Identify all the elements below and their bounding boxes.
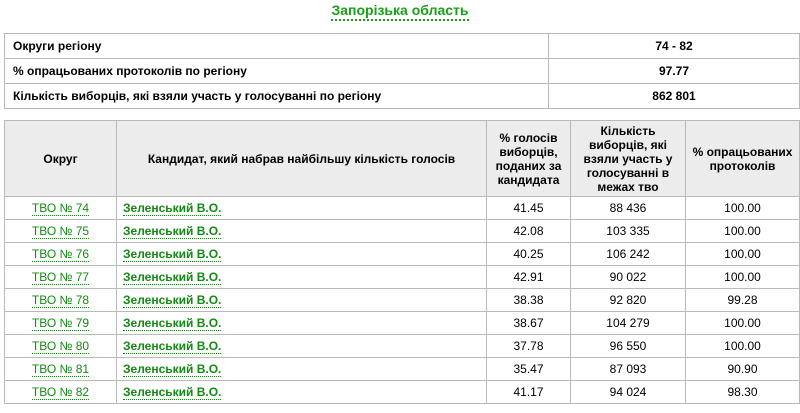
candidate-link[interactable]: Зеленський В.О. <box>123 201 222 216</box>
summary-row: % опрацьованих протоколів по регіону 97.… <box>4 58 800 84</box>
table-row: ТВО № 81 Зеленський В.О. 35.47 87 093 90.90 <box>4 357 800 381</box>
processed-cell: 98.30 <box>685 380 800 404</box>
table-row: ТВО № 79 Зеленський В.О. 38.67 104 279 100.0… <box>4 311 800 335</box>
district-cell: ТВО № 74 <box>4 196 117 220</box>
candidate-link[interactable]: Зеленський В.О. <box>123 270 222 285</box>
summary-value: 97.77 <box>548 58 800 84</box>
district-cell: ТВО № 79 <box>4 311 117 335</box>
district-cell: ТВО № 82 <box>4 380 117 404</box>
turnout-cell: 103 335 <box>570 219 686 243</box>
header-turnout: Кількість виборців, які взяли участь у г… <box>570 120 686 197</box>
candidate-cell: Зеленський В.О. <box>116 311 487 335</box>
candidate-cell: Зеленський В.О. <box>116 380 487 404</box>
table-row: ТВО № 74 Зеленський В.О. 41.45 88 436 100.00 <box>4 196 800 220</box>
processed-cell: 100.00 <box>685 196 800 220</box>
header-votes-pct: % голосів виборців, поданих за кандидата <box>486 120 571 197</box>
votes-pct-cell: 42.91 <box>486 265 571 289</box>
district-link[interactable]: ТВО № 82 <box>31 385 90 400</box>
district-link[interactable]: ТВО № 74 <box>31 201 90 216</box>
districts-table: Округ Кандидат, який набрав найбільшу кі… <box>4 120 800 404</box>
turnout-cell: 104 279 <box>570 311 686 335</box>
header-processed: % опрацьованих протоколів <box>685 120 800 197</box>
summary-value: 74 - 82 <box>548 33 800 59</box>
district-cell: ТВО № 77 <box>4 265 117 289</box>
district-link[interactable]: ТВО № 76 <box>31 247 90 262</box>
district-cell: ТВО № 80 <box>4 334 117 358</box>
candidate-link[interactable]: Зеленський В.О. <box>123 362 222 377</box>
candidate-link[interactable]: Зеленський В.О. <box>123 293 222 308</box>
district-cell: ТВО № 75 <box>4 219 117 243</box>
votes-pct-cell: 38.38 <box>486 288 571 312</box>
turnout-cell: 88 436 <box>570 196 686 220</box>
processed-cell: 99.28 <box>685 288 800 312</box>
district-cell: ТВО № 76 <box>4 242 117 266</box>
votes-pct-cell: 40.25 <box>486 242 571 266</box>
votes-pct-cell: 37.78 <box>486 334 571 358</box>
summary-row: Кількість виборців, які взяли участь у г… <box>4 83 800 109</box>
district-link[interactable]: ТВО № 80 <box>31 339 90 354</box>
processed-cell: 100.00 <box>685 334 800 358</box>
table-row: ТВО № 82 Зеленський В.О. 41.17 94 024 98.30 <box>4 380 800 404</box>
candidate-cell: Зеленський В.О. <box>116 219 487 243</box>
candidate-cell: Зеленський В.О. <box>116 334 487 358</box>
processed-cell: 100.00 <box>685 219 800 243</box>
turnout-cell: 96 550 <box>570 334 686 358</box>
votes-pct-cell: 42.08 <box>486 219 571 243</box>
district-link[interactable]: ТВО № 81 <box>31 362 90 377</box>
summary-value: 862 801 <box>548 83 800 109</box>
region-title: Запорізька область <box>0 2 800 22</box>
votes-pct-cell: 38.67 <box>486 311 571 335</box>
summary-label: Кількість виборців, які взяли участь у г… <box>4 83 549 109</box>
district-link[interactable]: ТВО № 78 <box>31 293 90 308</box>
district-link[interactable]: ТВО № 77 <box>31 270 90 285</box>
table-header-row: Округ Кандидат, який набрав найбільшу кі… <box>4 120 800 197</box>
processed-cell: 100.00 <box>685 242 800 266</box>
table-row: ТВО № 80 Зеленський В.О. 37.78 96 550 100.00 <box>4 334 800 358</box>
candidate-link[interactable]: Зеленський В.О. <box>123 247 222 262</box>
header-candidate: Кандидат, який набрав найбільшу кількіст… <box>116 120 487 197</box>
candidate-cell: Зеленський В.О. <box>116 242 487 266</box>
turnout-cell: 94 024 <box>570 380 686 404</box>
table-row: ТВО № 75 Зеленський В.О. 42.08 103 335 100.0… <box>4 219 800 243</box>
candidate-link[interactable]: Зеленський В.О. <box>123 339 222 354</box>
table-body: ТВО № 74 Зеленський В.О. 41.45 88 436 100.00… <box>4 196 800 404</box>
votes-pct-cell: 41.17 <box>486 380 571 404</box>
turnout-cell: 87 093 <box>570 357 686 381</box>
candidate-cell: Зеленський В.О. <box>116 288 487 312</box>
candidate-cell: Зеленський В.О. <box>116 357 487 381</box>
candidate-link[interactable]: Зеленський В.О. <box>123 385 222 400</box>
candidate-cell: Зеленський В.О. <box>116 265 487 289</box>
table-row: ТВО № 76 Зеленський В.О. 40.25 106 242 100.0… <box>4 242 800 266</box>
turnout-cell: 92 820 <box>570 288 686 312</box>
processed-cell: 100.00 <box>685 265 800 289</box>
summary-row: Округи регіону 74 - 82 <box>4 33 800 59</box>
votes-pct-cell: 41.45 <box>486 196 571 220</box>
candidate-link[interactable]: Зеленський В.О. <box>123 316 222 331</box>
header-district: Округ <box>4 120 117 197</box>
table-row: ТВО № 78 Зеленський В.О. 38.38 92 820 99.28 <box>4 288 800 312</box>
candidate-cell: Зеленський В.О. <box>116 196 487 220</box>
summary-label: Округи регіону <box>4 33 549 59</box>
district-link[interactable]: ТВО № 79 <box>31 316 90 331</box>
district-cell: ТВО № 81 <box>4 357 117 381</box>
region-title-text: Запорізька область <box>331 2 469 21</box>
district-link[interactable]: ТВО № 75 <box>31 224 90 239</box>
turnout-cell: 90 022 <box>570 265 686 289</box>
votes-pct-cell: 35.47 <box>486 357 571 381</box>
processed-cell: 90.90 <box>685 357 800 381</box>
candidate-link[interactable]: Зеленський В.О. <box>123 224 222 239</box>
district-cell: ТВО № 78 <box>4 288 117 312</box>
processed-cell: 100.00 <box>685 311 800 335</box>
region-summary-table: Округи регіону 74 - 82 % опрацьованих пр… <box>4 33 800 109</box>
table-row: ТВО № 77 Зеленський В.О. 42.91 90 022 100.00 <box>4 265 800 289</box>
turnout-cell: 106 242 <box>570 242 686 266</box>
summary-label: % опрацьованих протоколів по регіону <box>4 58 549 84</box>
